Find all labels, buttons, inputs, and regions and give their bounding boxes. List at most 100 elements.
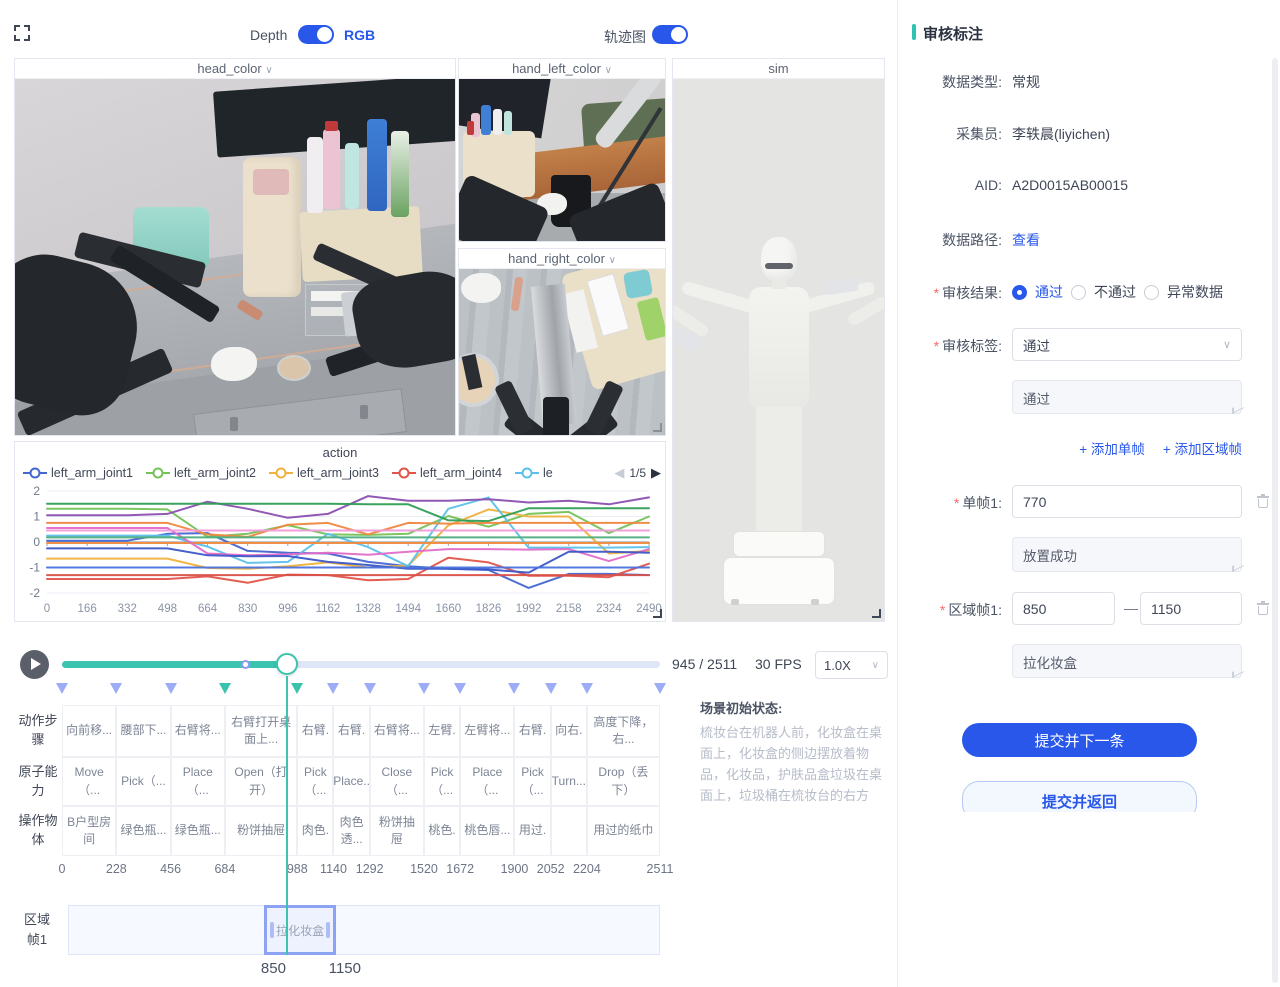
review-panel-title: 审核标注 [923, 23, 983, 44]
legend-item-le[interactable]: le [515, 466, 553, 480]
frame-marker-2052[interactable] [545, 683, 557, 694]
step-cell-action[interactable]: 高度下降，右... [587, 705, 660, 757]
step-cell-object[interactable]: 用过. [514, 806, 550, 856]
step-cell-ability[interactable]: Pick（... [424, 757, 460, 806]
submit-return-button[interactable]: 提交并返回 [962, 781, 1197, 812]
frame-marker-0[interactable] [56, 683, 68, 694]
radio-label[interactable]: 不通过 [1094, 282, 1136, 302]
step-cell-action[interactable]: 右臂将... [171, 705, 225, 757]
chevron-down-icon: ∨ [1223, 338, 1231, 351]
legend-item-left_arm_joint4[interactable]: left_arm_joint4 [392, 466, 502, 480]
legend-next-icon[interactable]: ▶ [651, 465, 661, 481]
playback-speed-select[interactable]: 1.0X∨ [815, 651, 888, 679]
frame-marker-1520[interactable] [418, 683, 430, 694]
review-tag-select[interactable]: 通过∨ [1012, 328, 1242, 361]
step-cell-object[interactable]: 粉饼抽屉 [370, 806, 424, 856]
step-cell-ability[interactable]: Place.. [333, 757, 369, 806]
region-segment[interactable]: 拉化妆盒 [264, 905, 335, 955]
timeline-slider-handle[interactable] [276, 653, 298, 675]
resize-corner-icon[interactable] [653, 423, 662, 432]
step-cell-ability[interactable]: Move（... [62, 757, 116, 806]
frame-marker-1900[interactable] [508, 683, 520, 694]
data-path-view-link[interactable]: 查看 [1012, 230, 1040, 250]
camera-panel-hand-right: hand_right_color ∨ [458, 248, 666, 436]
step-cell-action[interactable]: 左臂. [424, 705, 460, 757]
camera-select-hand-left[interactable]: hand_left_color ∨ [459, 59, 665, 79]
frame-marker-2511[interactable] [654, 683, 666, 694]
step-cell-object[interactable]: B户型房间 [62, 806, 116, 856]
region-frame-end-input[interactable] [1140, 592, 1242, 625]
frame-marker-456[interactable] [165, 683, 177, 694]
add-single-frame-link[interactable]: + 添加单帧 [1079, 438, 1145, 458]
panel-scrollbar[interactable] [1272, 58, 1278, 983]
table-axis-tick: 0 [59, 862, 66, 876]
step-cell-object[interactable] [551, 806, 587, 856]
legend-item-left_arm_joint3[interactable]: left_arm_joint3 [269, 466, 379, 480]
delete-single-frame-icon[interactable] [1256, 494, 1270, 509]
step-cell-action[interactable]: 右臂将... [370, 705, 424, 757]
fullscreen-icon[interactable] [14, 25, 30, 41]
svg-text:1992: 1992 [516, 603, 542, 615]
resize-corner-icon[interactable] [653, 609, 662, 618]
region-frame-desc-textarea[interactable]: 拉化妆盒 [1012, 644, 1242, 678]
play-button[interactable] [20, 650, 49, 679]
step-cell-action[interactable]: 左臂将... [460, 705, 514, 757]
step-cell-action[interactable]: 向前移... [62, 705, 116, 757]
frame-marker-1292[interactable] [364, 683, 376, 694]
region-left-handle[interactable] [270, 922, 274, 938]
single-frame-input[interactable] [1012, 485, 1242, 518]
resize-corner-icon[interactable] [872, 609, 881, 618]
step-cell-ability[interactable]: Pick（... [514, 757, 550, 806]
frame-marker-988[interactable] [291, 683, 303, 694]
step-cell-ability[interactable]: Drop（丢下） [587, 757, 660, 806]
single-frame-label: *单帧1: [898, 493, 1002, 513]
frame-marker-684[interactable] [219, 683, 231, 694]
trajectory-toggle[interactable] [652, 25, 688, 44]
step-cell-ability[interactable]: Close（... [370, 757, 424, 806]
radio-异常数据[interactable] [1144, 285, 1159, 300]
step-cell-ability[interactable]: Place（... [460, 757, 514, 806]
region-right-handle[interactable] [326, 922, 330, 938]
region-frame-start-input[interactable] [1012, 592, 1115, 625]
step-cell-action[interactable]: 右臂. [514, 705, 550, 757]
radio-label[interactable]: 异常数据 [1167, 282, 1223, 302]
step-cell-object[interactable]: 桃色. [424, 806, 460, 856]
radio-不通过[interactable] [1071, 285, 1086, 300]
collector-label: 采集员: [898, 124, 1002, 144]
step-cell-object[interactable]: 绿色瓶... [116, 806, 170, 856]
frame-marker-2204[interactable] [581, 683, 593, 694]
step-cell-object[interactable]: 桃色唇... [460, 806, 514, 856]
table-axis-tick: 2052 [537, 862, 565, 876]
delete-region-frame-icon[interactable] [1256, 601, 1270, 616]
add-region-frame-link[interactable]: + 添加区域帧 [1163, 438, 1242, 458]
step-cell-action[interactable]: 向右. [551, 705, 587, 757]
step-cell-object[interactable]: 肉色. [297, 806, 333, 856]
step-cell-ability[interactable]: Place（... [171, 757, 225, 806]
frame-marker-1672[interactable] [454, 683, 466, 694]
radio-label[interactable]: 通过 [1035, 282, 1063, 302]
step-cell-ability[interactable]: Pick（... [297, 757, 333, 806]
step-cell-action[interactable]: 右臂. [297, 705, 333, 757]
depth-rgb-toggle[interactable] [298, 25, 334, 44]
legend-item-left_arm_joint1[interactable]: left_arm_joint1 [23, 466, 133, 480]
legend-item-left_arm_joint2[interactable]: left_arm_joint2 [146, 466, 256, 480]
frame-marker-228[interactable] [110, 683, 122, 694]
svg-text:1660: 1660 [436, 603, 462, 615]
step-cell-action[interactable]: 右臂. [333, 705, 369, 757]
frame-marker-1140[interactable] [327, 683, 339, 694]
single-frame-desc-textarea[interactable]: 放置成功 [1012, 537, 1242, 572]
step-cell-object[interactable]: 绿色瓶... [171, 806, 225, 856]
step-cell-action[interactable]: 腰部下... [116, 705, 170, 757]
submit-next-button[interactable]: 提交并下一条 [962, 723, 1197, 757]
step-cell-ability[interactable]: Turn... [551, 757, 587, 806]
step-cell-object[interactable]: 肉色透... [333, 806, 369, 856]
region-track-bar[interactable] [68, 905, 660, 955]
camera-select-hand-right[interactable]: hand_right_color ∨ [459, 249, 665, 269]
svg-text:996: 996 [278, 603, 297, 615]
review-tag-note-textarea[interactable]: 通过 [1012, 380, 1242, 414]
legend-prev-icon[interactable]: ◀ [614, 465, 624, 481]
radio-通过[interactable] [1012, 285, 1027, 300]
camera-select-head[interactable]: head_color ∨ [15, 59, 455, 79]
step-cell-object[interactable]: 用过的纸巾 [587, 806, 660, 856]
step-cell-ability[interactable]: Pick（... [116, 757, 170, 806]
